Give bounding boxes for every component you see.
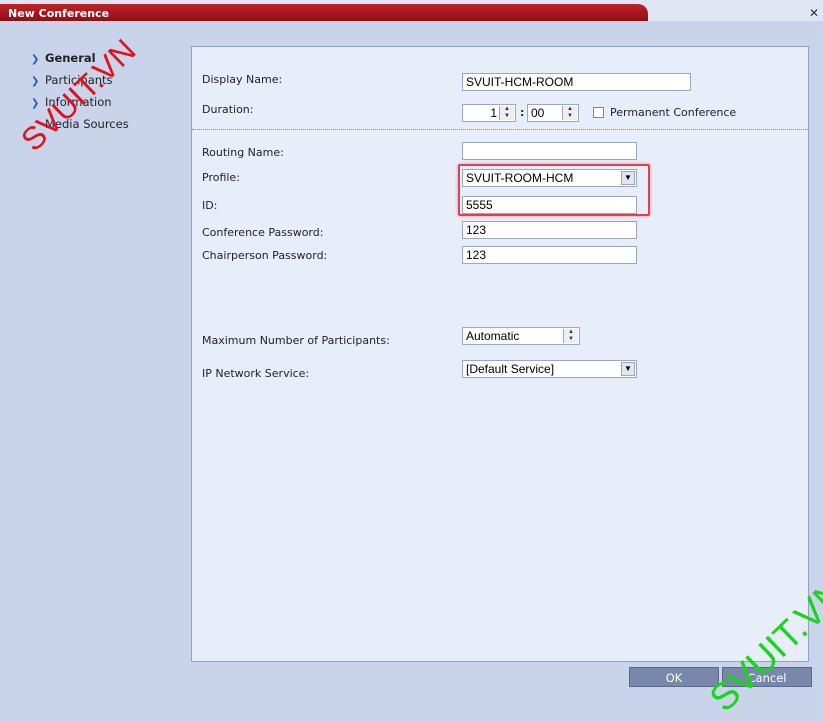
chevron-right-icon: ❯	[31, 98, 40, 109]
highlight-box	[458, 164, 650, 216]
nav-item-label: General	[45, 51, 96, 65]
nav-item-label: Media Sources	[45, 117, 129, 131]
profile-label: Profile:	[202, 171, 240, 184]
conference-password-label: Conference Password:	[202, 226, 324, 239]
nav-item-participants[interactable]: ❯ Participants	[31, 73, 113, 89]
section-divider	[192, 129, 808, 130]
chevron-down-icon[interactable]: ▼	[621, 362, 635, 376]
ip-network-service-value: [Default Service]	[466, 362, 555, 376]
spin-down-icon[interactable]: ▼	[564, 336, 578, 343]
chairperson-password-label: Chairperson Password:	[202, 249, 328, 262]
duration-separator: :	[520, 106, 525, 119]
max-participants-spinner[interactable]: ▲ ▼	[563, 329, 578, 343]
max-participants-label: Maximum Number of Participants:	[202, 334, 390, 347]
max-participants-field[interactable]: Automatic ▲ ▼	[462, 327, 580, 345]
spin-up-icon[interactable]: ▲	[564, 329, 578, 336]
nav-item-label: Participants	[45, 73, 113, 87]
duration-hours-value: 1	[490, 106, 497, 120]
display-name-field[interactable]: SVUIT-HCM-ROOM	[462, 73, 691, 91]
duration-minutes-value: 00	[531, 106, 545, 120]
hours-spinner[interactable]: ▲ ▼	[499, 106, 514, 120]
routing-name-label: Routing Name:	[202, 146, 284, 159]
nav-item-media-sources[interactable]: Media Sources	[31, 117, 129, 133]
permanent-conference-checkbox[interactable]	[593, 107, 604, 118]
id-label: ID:	[202, 199, 218, 212]
spin-up-icon[interactable]: ▲	[500, 106, 514, 113]
chairperson-password-field[interactable]: 123	[462, 246, 637, 264]
duration-label: Duration:	[202, 103, 254, 116]
minutes-spinner[interactable]: ▲ ▼	[562, 106, 577, 120]
general-panel: Display Name: SVUIT-HCM-ROOM Duration: 1…	[191, 46, 809, 662]
conference-password-field[interactable]: 123	[462, 221, 637, 239]
duration-hours-field[interactable]: 1 ▲ ▼	[462, 104, 516, 122]
cancel-button[interactable]: Cancel	[722, 667, 812, 687]
nav-item-information[interactable]: ❯ Information	[31, 95, 112, 111]
window-title: New Conference	[8, 7, 110, 20]
permanent-conference-label: Permanent Conference	[610, 106, 737, 119]
ok-button[interactable]: OK	[629, 667, 719, 687]
ip-network-service-label: IP Network Service:	[202, 367, 310, 380]
display-name-label: Display Name:	[202, 73, 283, 86]
chevron-right-icon: ❯	[31, 76, 40, 87]
spin-up-icon[interactable]: ▲	[563, 106, 577, 113]
max-participants-value: Automatic	[466, 329, 520, 343]
title-bar: New Conference ✕	[0, 0, 823, 21]
duration-minutes-field[interactable]: 00 ▲ ▼	[527, 104, 579, 122]
nav-item-label: Information	[45, 95, 112, 109]
ip-network-service-dropdown[interactable]: [Default Service] ▼	[462, 360, 637, 378]
nav-item-general[interactable]: ❯ General	[31, 51, 96, 67]
routing-name-field[interactable]	[462, 142, 637, 160]
close-icon[interactable]: ✕	[809, 6, 819, 20]
chevron-right-icon: ❯	[31, 54, 40, 65]
spin-down-icon[interactable]: ▼	[500, 113, 514, 120]
spin-down-icon[interactable]: ▼	[563, 113, 577, 120]
